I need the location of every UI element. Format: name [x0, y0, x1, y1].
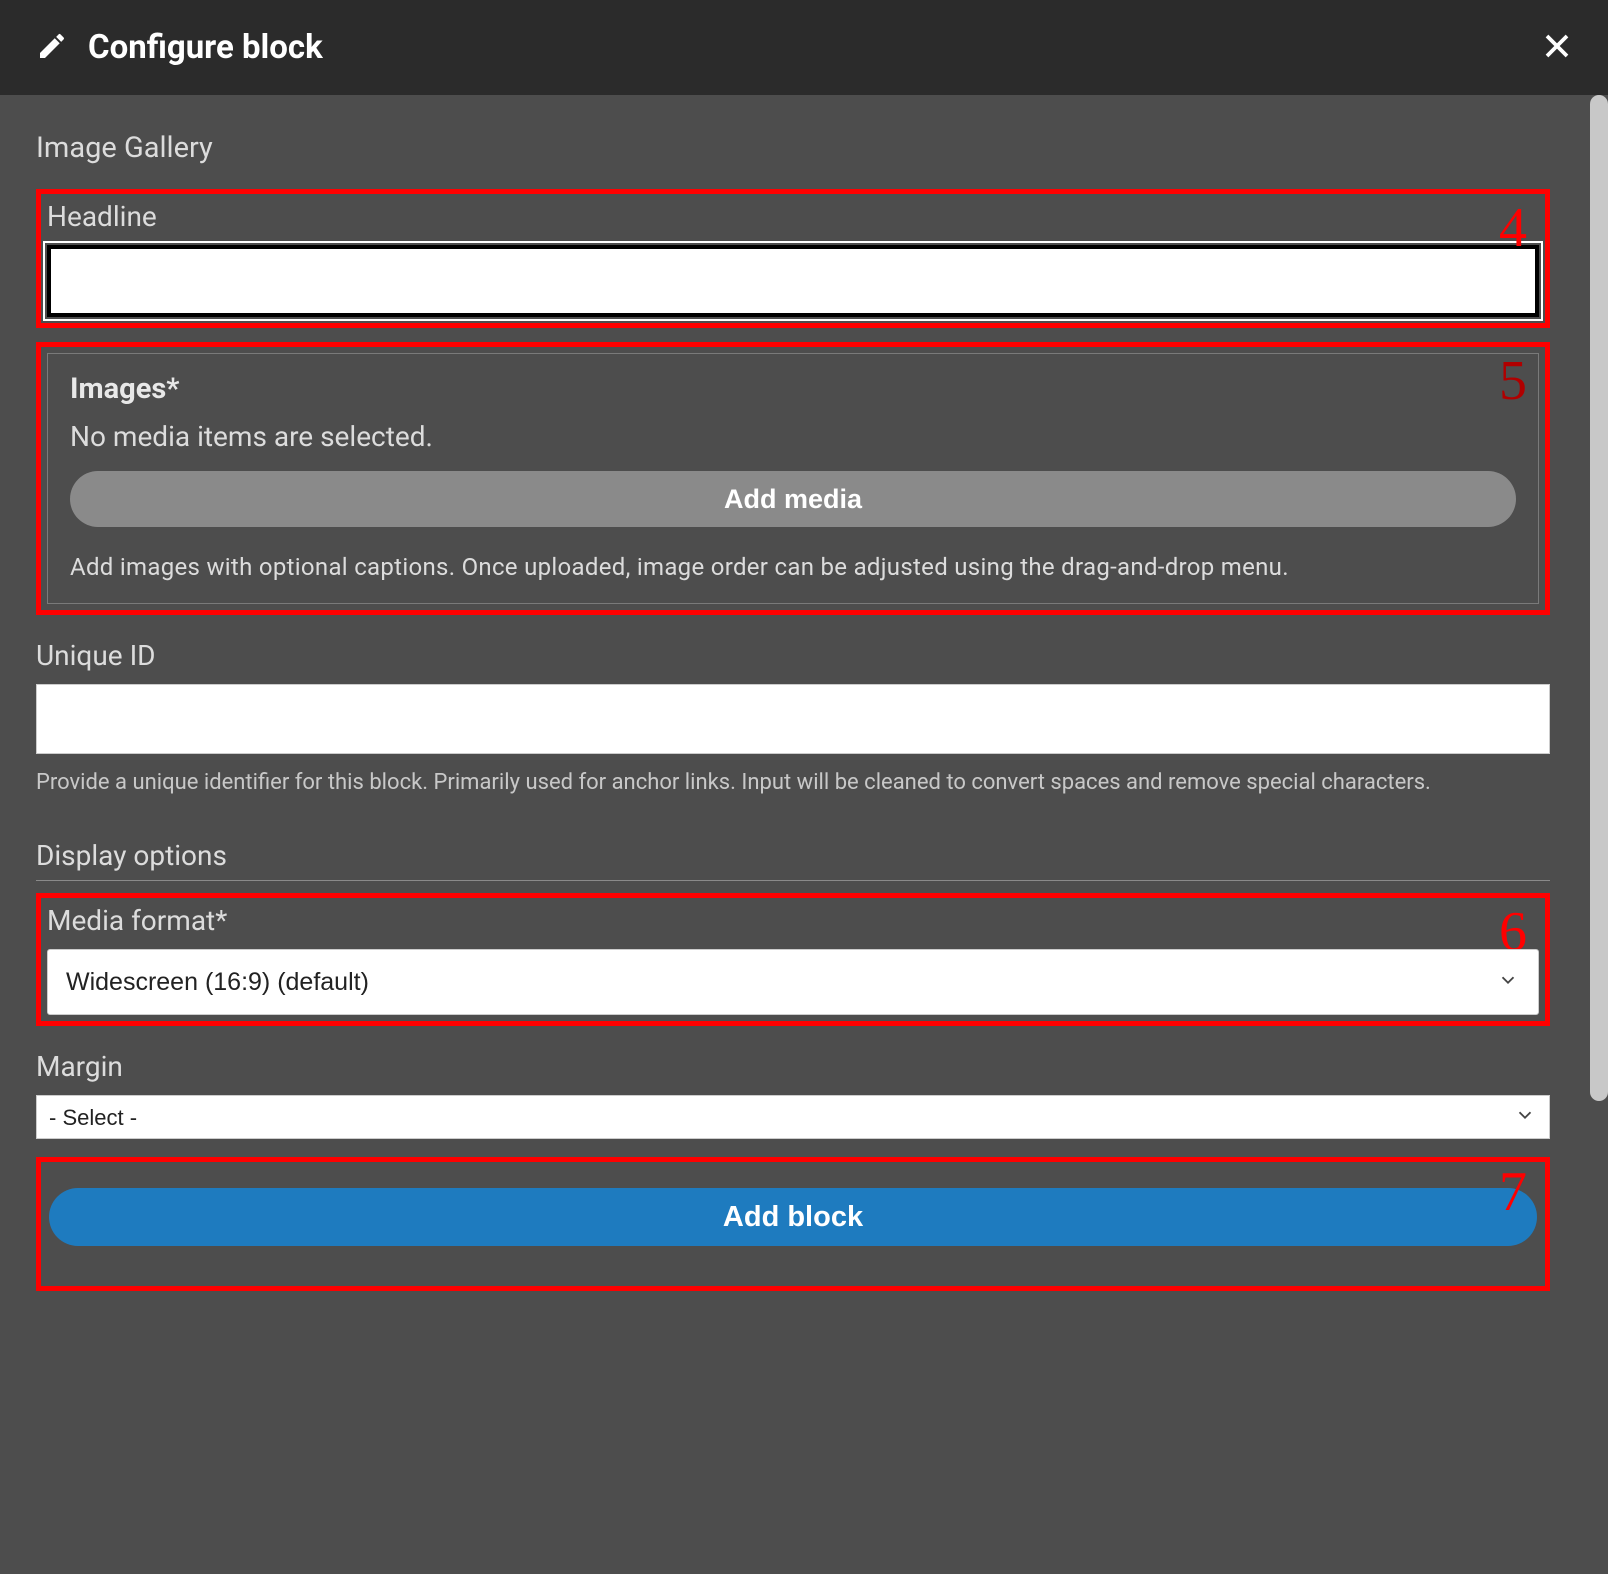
- add-block-button[interactable]: Add block: [49, 1188, 1537, 1246]
- headline-input[interactable]: [47, 245, 1539, 317]
- close-icon: [1542, 49, 1572, 64]
- images-fieldset: Images* No media items are selected. Add…: [47, 353, 1539, 604]
- headline-label: Headline: [47, 200, 1539, 233]
- annotation-box-4: 4 Headline: [36, 189, 1550, 328]
- unique-id-input[interactable]: [36, 684, 1550, 754]
- display-options-section: Display options 6 Media format* Widescre…: [36, 839, 1550, 1139]
- modal-title: Configure block: [88, 28, 323, 67]
- annotation-number-5: 5: [1499, 353, 1527, 409]
- margin-select-wrap: - Select -: [36, 1095, 1550, 1139]
- media-format-label: Media format*: [47, 904, 1539, 937]
- pencil-icon: [36, 30, 68, 66]
- unique-id-label: Unique ID: [36, 639, 1550, 672]
- annotation-box-5: 5 Images* No media items are selected. A…: [36, 342, 1550, 615]
- modal-header-left: Configure block: [36, 28, 323, 67]
- images-empty-text: No media items are selected.: [70, 420, 1516, 453]
- scrollbar[interactable]: [1590, 95, 1608, 1101]
- annotation-number-4: 4: [1499, 200, 1527, 256]
- unique-id-group: Unique ID Provide a unique identifier fo…: [36, 639, 1550, 799]
- configure-block-modal: Configure block Image Gallery 4 Headline…: [0, 0, 1608, 1574]
- media-format-select[interactable]: Widescreen (16:9) (default): [47, 949, 1539, 1015]
- margin-select[interactable]: - Select -: [36, 1095, 1550, 1139]
- images-help-text: Add images with optional captions. Once …: [70, 553, 1516, 581]
- margin-label: Margin: [36, 1050, 1550, 1083]
- margin-group: Margin - Select -: [36, 1050, 1550, 1139]
- annotation-box-7: 7 Add block: [36, 1157, 1550, 1291]
- add-media-button[interactable]: Add media: [70, 471, 1516, 527]
- display-options-title: Display options: [36, 839, 1550, 881]
- modal-header: Configure block: [0, 0, 1608, 95]
- block-type-title: Image Gallery: [36, 131, 1550, 165]
- annotation-box-6: 6 Media format* Widescreen (16:9) (defau…: [36, 893, 1550, 1026]
- close-button[interactable]: [1542, 31, 1572, 64]
- annotation-number-7: 7: [1499, 1164, 1527, 1220]
- media-format-select-wrap: Widescreen (16:9) (default): [47, 949, 1539, 1015]
- unique-id-help: Provide a unique identifier for this blo…: [36, 766, 1550, 799]
- images-legend: Images*: [70, 372, 1516, 406]
- modal-body: Image Gallery 4 Headline 5 Images* No me…: [0, 95, 1608, 1574]
